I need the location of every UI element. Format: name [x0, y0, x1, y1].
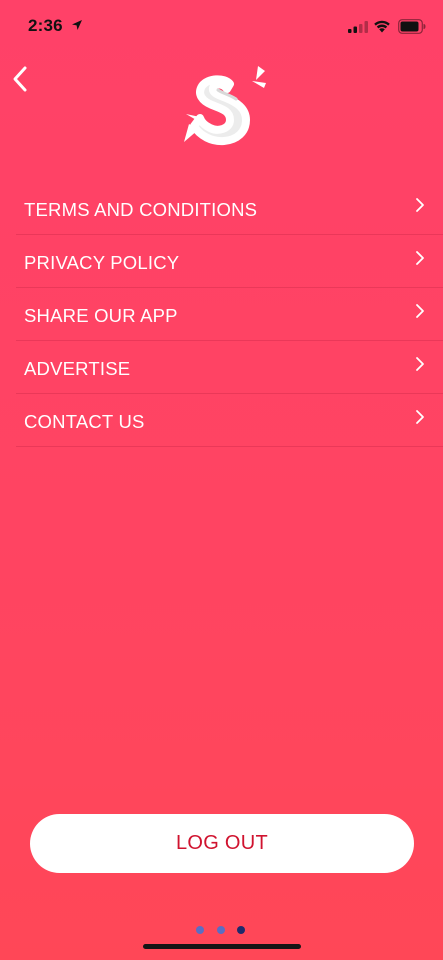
- chevron-right-icon: [416, 304, 424, 318]
- wifi-icon: [374, 20, 390, 33]
- page-dot-3[interactable]: [237, 926, 245, 934]
- location-arrow-icon: [72, 20, 82, 30]
- menu-item-contact[interactable]: CONTACT US: [16, 394, 443, 447]
- chevron-right-icon: [416, 251, 424, 265]
- settings-menu: TERMS AND CONDITIONS PRIVACY POLICY SHAR…: [16, 182, 443, 447]
- chevron-left-icon: [13, 66, 27, 92]
- chevron-right-icon: [416, 410, 424, 424]
- menu-item-terms[interactable]: TERMS AND CONDITIONS: [16, 182, 443, 235]
- logout-label: LOG OUT: [175, 832, 269, 854]
- home-indicator: [143, 944, 301, 949]
- menu-item-label: ADVERTISE: [24, 358, 131, 379]
- status-time: 2:36: [28, 16, 63, 35]
- screen: 2:36 TERMS AND CONDITIONS PRIVACY POLICY…: [0, 0, 443, 960]
- menu-item-label: PRIVACY POLICY: [24, 252, 180, 273]
- back-button[interactable]: [6, 62, 36, 96]
- page-dot-2[interactable]: [217, 926, 225, 934]
- status-bar: 2:36: [0, 0, 443, 56]
- menu-item-label: CONTACT US: [24, 411, 145, 432]
- menu-item-advertise[interactable]: ADVERTISE: [16, 341, 443, 394]
- logout-button[interactable]: LOG OUT: [30, 814, 414, 873]
- chevron-right-icon: [416, 198, 424, 212]
- menu-item-share[interactable]: SHARE OUR APP: [16, 288, 443, 341]
- battery-icon: [398, 19, 426, 34]
- cellular-signal-icon: [348, 21, 368, 33]
- page-dot-1[interactable]: [196, 926, 204, 934]
- menu-item-label: TERMS AND CONDITIONS: [24, 199, 258, 220]
- page-indicator: [196, 926, 248, 936]
- app-logo: [184, 66, 266, 146]
- menu-item-privacy[interactable]: PRIVACY POLICY: [16, 235, 443, 288]
- chevron-right-icon: [416, 357, 424, 371]
- menu-item-label: SHARE OUR APP: [24, 305, 178, 326]
